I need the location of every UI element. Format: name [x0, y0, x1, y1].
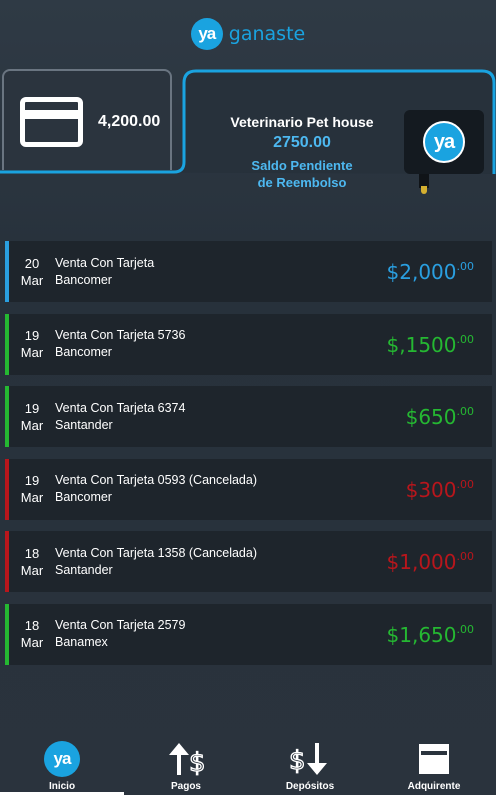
- card-reader-icon: ya: [404, 110, 484, 174]
- deposits-icon: $: [289, 740, 331, 778]
- merchant-name: Veterinario Pet house: [230, 114, 374, 130]
- transaction-amount-main: $1,650: [386, 622, 457, 647]
- app-header: ya ganaste: [0, 0, 496, 68]
- payments-icon: $: [165, 740, 207, 778]
- transaction-date: 18 Mar: [9, 617, 55, 651]
- transaction-date: 19 Mar: [9, 472, 55, 506]
- transaction-amount: $650.00: [406, 405, 474, 429]
- brand-name: ganaste: [228, 23, 306, 45]
- nav-item-depositos[interactable]: $ Depósitos: [248, 740, 372, 795]
- merchant-status: Saldo Pendiente de Reembolso: [202, 157, 402, 191]
- transaction-amount: $,1500.00: [387, 333, 474, 357]
- transaction-row[interactable]: 19 Mar Venta Con Tarjeta 6374 Santander …: [5, 386, 492, 447]
- transaction-month: Mar: [20, 417, 44, 433]
- transaction-amount-main: $1,000: [386, 550, 457, 574]
- transaction-date: 19 Mar: [9, 400, 55, 434]
- transaction-amount-main: $300: [405, 477, 457, 502]
- transaction-day: 19: [24, 400, 40, 416]
- transaction-day: 18: [24, 545, 40, 561]
- acquirer-icon: [419, 744, 449, 774]
- transaction-amount-main: $650: [405, 405, 457, 429]
- transaction-amount-cents: .00: [456, 260, 475, 273]
- transaction-month: Mar: [20, 272, 44, 288]
- transaction-row[interactable]: 19 Mar Venta Con Tarjeta 5736 Bancomer $…: [5, 313, 492, 375]
- credit-card-icon: [20, 97, 83, 147]
- transaction-amount-cents: .00: [456, 332, 475, 346]
- nav-icon-wrap: ya: [44, 740, 80, 778]
- merchant-status-line2: de Reembolso: [257, 175, 347, 190]
- transaction-row[interactable]: 19 Mar Venta Con Tarjeta 0593 (Cancelada…: [5, 458, 492, 520]
- transaction-month: Mar: [20, 635, 44, 650]
- card-balance-tab[interactable]: 4,200.00: [2, 69, 172, 170]
- transaction-day: 20: [24, 255, 40, 271]
- transaction-row[interactable]: 18 Mar Venta Con Tarjeta 2579 Banamex $1…: [5, 603, 492, 665]
- transaction-amount: $1,650.00: [387, 623, 474, 647]
- transaction-month: Mar: [20, 490, 44, 505]
- transaction-amount-cents: .00: [456, 477, 475, 491]
- svg-text:$: $: [189, 748, 206, 777]
- ya-logo-icon: ya: [423, 121, 465, 163]
- acquirer-icon-wrap: [419, 740, 449, 778]
- transaction-month: Mar: [20, 345, 44, 360]
- svg-text:$: $: [289, 746, 306, 776]
- transaction-date: 19 Mar: [9, 327, 55, 361]
- ya-home-icon: ya: [44, 741, 80, 777]
- transaction-day: 19: [24, 473, 40, 488]
- nav-label-pagos: Pagos: [170, 781, 201, 792]
- nav-item-pagos[interactable]: $ Pagos: [124, 740, 248, 795]
- transaction-amount-main: $,1500: [386, 332, 457, 357]
- transaction-month: Mar: [20, 562, 44, 578]
- card-balance-amount: 4,200.00: [98, 113, 161, 130]
- transaction-amount: $2,000.00: [387, 260, 474, 284]
- transaction-date: 18 Mar: [9, 545, 55, 579]
- nav-label-depositos: Depósitos: [285, 781, 335, 792]
- nav-item-inicio[interactable]: ya Inicio: [0, 740, 124, 795]
- transaction-amount: $1,000.00: [387, 550, 474, 574]
- nav-label-adquirente: Adquirente: [407, 781, 461, 792]
- audio-jack-tip: [421, 186, 427, 194]
- ya-logo-icon: ya: [190, 18, 223, 50]
- nav-item-adquirente[interactable]: Adquirente: [372, 740, 496, 795]
- merchant-info: Veterinario Pet house 2750.00 Saldo Pend…: [202, 114, 402, 191]
- merchant-status-line1: Saldo Pendiente: [251, 158, 353, 173]
- merchant-amount: 2750.00: [273, 134, 331, 151]
- transaction-row[interactable]: 20 Mar Venta Con Tarjeta Bancomer $2,000…: [5, 241, 492, 302]
- transaction-day: 18: [24, 618, 40, 633]
- brand-logo: ya ganaste: [190, 18, 306, 50]
- transaction-amount-main: $2,000: [386, 260, 457, 284]
- transaction-amount-cents: .00: [456, 405, 475, 418]
- transaction-amount-cents: .00: [456, 622, 475, 636]
- transaction-day: 19: [24, 328, 40, 343]
- transaction-amount: $300.00: [406, 478, 474, 502]
- transaction-row[interactable]: 18 Mar Venta Con Tarjeta 1358 (Cancelada…: [5, 531, 492, 592]
- nav-label-inicio: Inicio: [48, 781, 76, 792]
- bottom-nav: ya Inicio $ Pagos $ Depósitos Adquirente: [0, 740, 496, 795]
- transaction-date: 20 Mar: [9, 255, 55, 289]
- transaction-list: 20 Mar Venta Con Tarjeta Bancomer $2,000…: [5, 241, 492, 676]
- transaction-amount-cents: .00: [456, 550, 475, 563]
